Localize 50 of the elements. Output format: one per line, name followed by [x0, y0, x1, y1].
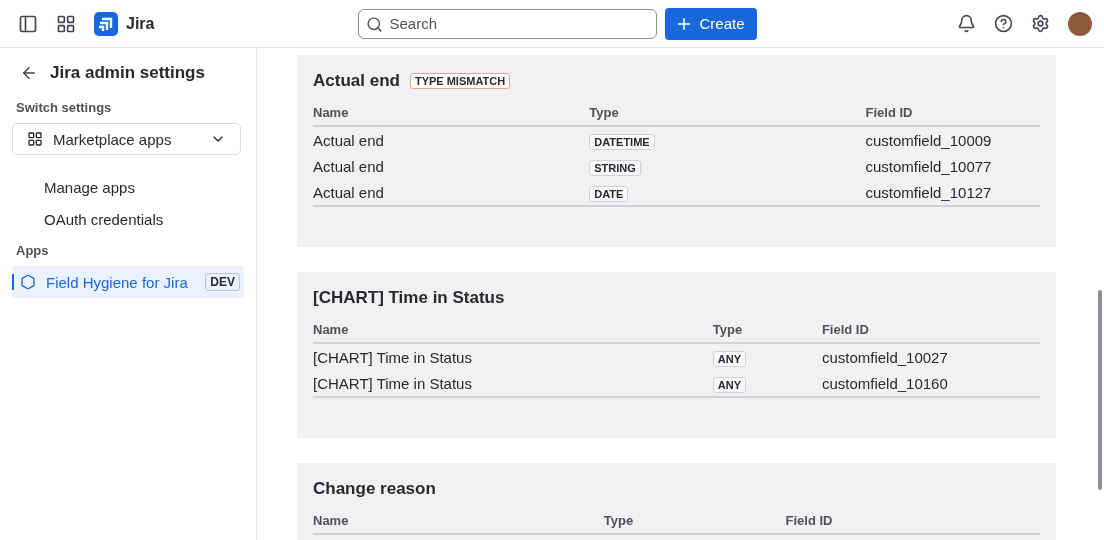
table-cell-text: customfield_10077 — [865, 157, 993, 177]
mismatch-badge: TYPE MISMATCH — [409, 73, 511, 89]
column-header: Type — [712, 322, 822, 343]
column-header: Field ID — [821, 322, 1040, 343]
column-header: Type — [603, 513, 786, 534]
type-lozenge: ANY — [712, 377, 747, 393]
table-cell: customfield_10160 — [821, 370, 1040, 397]
table-cell: [CHART] Time in Status — [313, 343, 713, 370]
table-cell: [CHART] Time in Status — [313, 370, 713, 397]
table-cell: customfield_10009 — [865, 126, 1040, 153]
section-label: Apps — [16, 243, 50, 258]
jira-logo-icon[interactable] — [94, 11, 118, 36]
type-lozenge: DATE — [589, 186, 629, 202]
dev-badge: DEV — [205, 273, 240, 291]
app-switcher-icon[interactable] — [56, 13, 76, 34]
table-cell: Actual end — [313, 153, 590, 179]
column-header: Type — [589, 105, 866, 126]
table-cell: customfield_10127 — [865, 179, 1040, 206]
type-lozenge: DATETIME — [589, 134, 655, 150]
type-lozenge: ANY — [712, 351, 747, 367]
table-cell: customfield_10027 — [821, 343, 1040, 370]
column-header: Name — [313, 105, 590, 126]
settings-select[interactable]: Marketplace apps — [12, 123, 241, 155]
hexagon-icon — [20, 274, 36, 290]
product-name: Jira — [126, 14, 155, 33]
column-header: Name — [313, 513, 604, 534]
settings-icon[interactable] — [1031, 14, 1050, 33]
sidebar-toggle-icon[interactable] — [18, 13, 38, 34]
sidebar-title: Jira admin settings — [50, 63, 205, 83]
column-header: Name — [313, 322, 713, 343]
sidebar-app-item[interactable]: Field Hygiene for Jira DEV — [12, 266, 244, 298]
sidebar-item[interactable]: OAuth credentials — [12, 203, 244, 235]
sidebar-item[interactable]: Manage apps — [12, 171, 244, 203]
table-cell: Actual end — [313, 126, 590, 153]
card-title: Change reason — [313, 479, 436, 499]
table-cell: Actual end — [313, 179, 590, 206]
search-icon — [366, 15, 384, 33]
notifications-icon[interactable] — [957, 14, 976, 33]
type-lozenge: STRING — [589, 160, 641, 176]
help-icon[interactable] — [994, 14, 1013, 33]
column-header: Field ID — [865, 105, 1040, 126]
avatar[interactable] — [1068, 11, 1092, 36]
create-button[interactable]: Create — [665, 7, 757, 40]
search-field[interactable]: Search — [358, 8, 658, 39]
card-title: [CHART] Time in Status — [313, 288, 505, 308]
card-title: Actual end — [313, 71, 400, 91]
back-arrow-icon[interactable] — [20, 64, 38, 82]
scrollbar[interactable] — [1098, 290, 1102, 490]
section-label: Switch settings — [16, 100, 113, 115]
column-header: Field ID — [785, 513, 1040, 534]
